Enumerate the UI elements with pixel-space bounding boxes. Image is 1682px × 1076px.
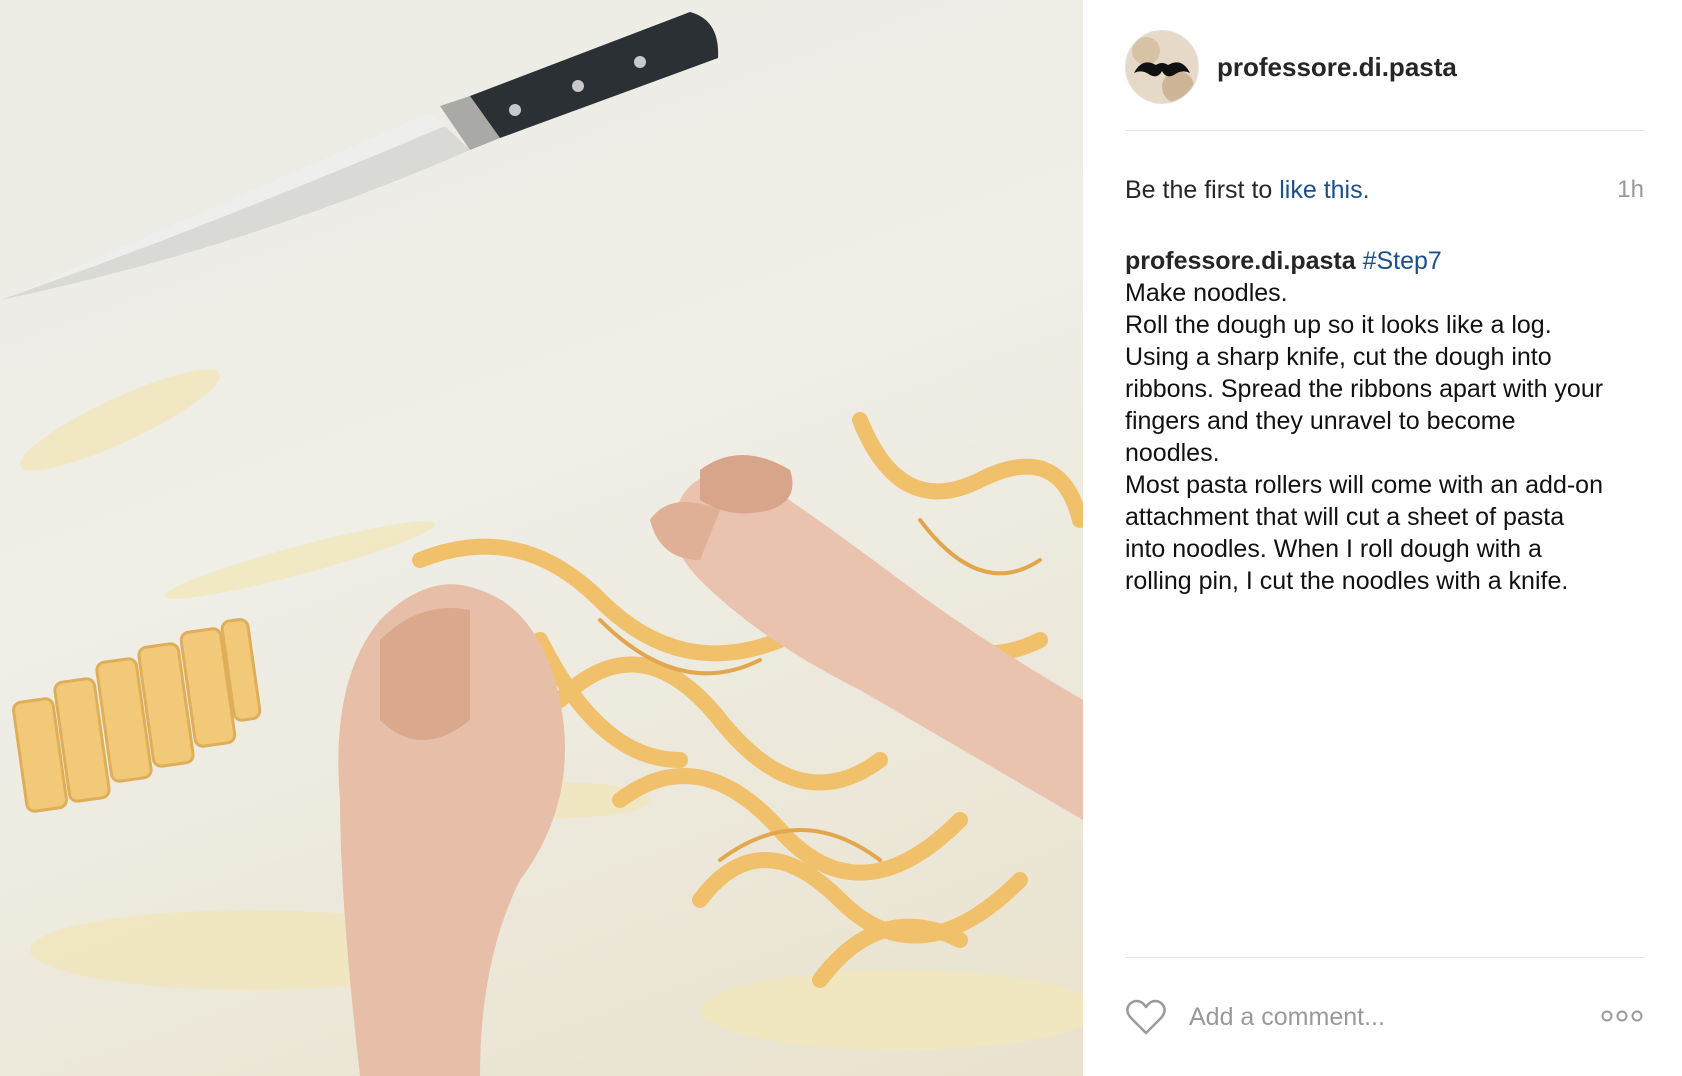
post-side-panel: professore.di.pasta Be the first to like…: [1083, 0, 1682, 1076]
caption-header: professore.di.pasta #Step7: [1125, 245, 1650, 277]
likes-row: Be the first to like this. 1h: [1125, 176, 1644, 205]
comment-bar: [1125, 995, 1644, 1039]
caption-line: fingers and they unravel to become: [1125, 407, 1516, 435]
knife-image: [0, 12, 719, 300]
caption-line: rolling pin, I cut the noodles with a kn…: [1125, 567, 1569, 595]
footer-divider: [1125, 957, 1644, 958]
post-header: professore.di.pasta: [1125, 30, 1457, 104]
dough-log-image: [12, 618, 262, 813]
like-this-link[interactable]: like this.: [1279, 176, 1369, 204]
caption-line: into noodles. When I roll dough with a: [1125, 535, 1542, 563]
header-divider: [1125, 130, 1644, 131]
mustache-avatar-icon: [1126, 31, 1198, 103]
caption-line: noodles.: [1125, 439, 1220, 467]
more-options-icon[interactable]: [1600, 1003, 1644, 1029]
caption-line: ribbons. Spread the ribbons apart with y…: [1125, 375, 1604, 403]
caption-hashtag[interactable]: #Step7: [1363, 247, 1442, 275]
post-username[interactable]: professore.di.pasta: [1217, 52, 1457, 83]
post-timestamp[interactable]: 1h: [1617, 176, 1644, 204]
avatar[interactable]: [1125, 30, 1199, 104]
caption-line: Most pasta rollers will come with an add…: [1125, 471, 1603, 499]
caption-line: Make noodles.: [1125, 279, 1288, 307]
heart-outline-icon[interactable]: [1125, 997, 1167, 1037]
caption-line: Using a sharp knife, cut the dough into: [1125, 343, 1552, 371]
pasta-photo-illustration: [0, 12, 1083, 1076]
caption-username[interactable]: professore.di.pasta: [1125, 247, 1356, 275]
caption-line: attachment that will cut a sheet of past…: [1125, 503, 1565, 531]
post-caption: professore.di.pasta #Step7 Make noodles.…: [1125, 245, 1650, 597]
instagram-post: professore.di.pasta Be the first to like…: [0, 0, 1682, 1076]
post-photo: [0, 0, 1083, 1076]
comment-input[interactable]: [1187, 1001, 1591, 1033]
caption-line: Roll the dough up so it looks like a log…: [1125, 311, 1552, 339]
likes-prefix: Be the first to: [1125, 176, 1280, 204]
